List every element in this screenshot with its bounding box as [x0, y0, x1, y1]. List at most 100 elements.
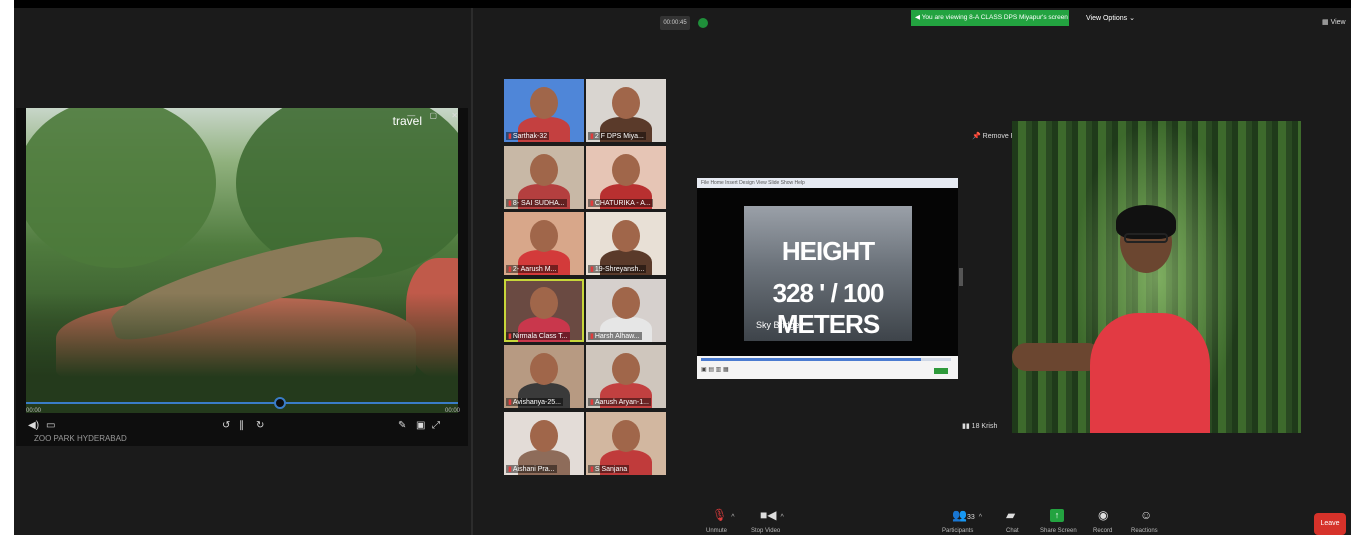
- microphone-muted-icon: ▮: [590, 399, 594, 406]
- participant-tile[interactable]: ▮S Sanjana: [586, 412, 666, 475]
- slide-title: HEIGHT: [781, 236, 875, 266]
- stop-video-label: Stop Video: [751, 528, 781, 534]
- microphone-muted-icon: ▮: [508, 399, 512, 406]
- participant-name-text: Aishani Pra...: [512, 466, 555, 473]
- speaker-name: 18 Krish: [971, 423, 998, 430]
- microphone-muted-icon: ▮: [590, 266, 594, 273]
- participant-name-text: 8- SAI SUDHA...: [512, 200, 565, 207]
- video-camera-icon: ■◀: [760, 508, 777, 522]
- video-frame: travel: [26, 108, 458, 413]
- slide-caption: Sky Bridge: [756, 320, 800, 330]
- microphone-muted-icon: ▮: [508, 333, 512, 340]
- participant-tile[interactable]: ▮Sarthak-32: [504, 79, 584, 142]
- participant-tile[interactable]: ▮CHATURIKA - A...: [586, 146, 666, 209]
- unmute-button[interactable]: 🎙 ^: [712, 508, 735, 522]
- participant-face: [530, 154, 558, 186]
- presentation-canvas: HEIGHT 328 ' / 100 METERS Sky Bridge: [697, 188, 958, 356]
- status-indicator: [934, 368, 948, 374]
- participant-tile[interactable]: ▮2 F DPS Miya...: [586, 79, 666, 142]
- participant-name-text: CHATURIKA - A...: [594, 200, 651, 207]
- participant-name-text: 19-Shreyansh...: [594, 266, 645, 273]
- view-button[interactable]: ▦ View: [1322, 18, 1346, 26]
- presentation-statusbar: ▣ ▤ ▥ ▦: [701, 367, 729, 373]
- chevron-up-icon[interactable]: ^: [979, 514, 982, 521]
- pin-icon: 📌: [972, 133, 981, 140]
- presentation-menubar: File Home Insert Design View Slide Show …: [697, 178, 958, 188]
- left-border: [0, 0, 14, 535]
- participant-tile[interactable]: ▮2- Aarush M...: [504, 212, 584, 275]
- participant-face: [612, 287, 640, 319]
- participant-name: ▮S Sanjana: [588, 465, 630, 473]
- participants-icon: 👥: [952, 508, 967, 522]
- microphone-muted-icon: ▮: [590, 200, 594, 207]
- participant-face: [612, 353, 640, 385]
- seek-handle[interactable]: [274, 397, 286, 409]
- grass: [26, 293, 458, 413]
- participant-name: ▮19-Shreyansh...: [588, 265, 647, 273]
- chat-button[interactable]: ▰: [1006, 508, 1015, 522]
- leave-button[interactable]: Leave: [1314, 513, 1346, 535]
- participant-tile[interactable]: ▮Aishani Pra...: [504, 412, 584, 475]
- volume-icon[interactable]: ◀): [28, 420, 39, 431]
- time-total: 00:00: [444, 408, 460, 414]
- participant-tile[interactable]: ▮Aarush Aryan-1...: [586, 345, 666, 408]
- share-screen-button[interactable]: ↑: [1050, 509, 1064, 522]
- edit-icon[interactable]: ✎: [398, 420, 406, 431]
- participant-name-text: Nirmala Class T...: [512, 333, 568, 340]
- view-options-button[interactable]: View Options ⌄: [1086, 14, 1135, 22]
- participant-name-text: Sarthak-32: [512, 133, 548, 140]
- chevron-up-icon[interactable]: ^: [780, 514, 783, 521]
- tree-foliage: [26, 108, 216, 268]
- microphone-muted-icon: ▮: [508, 266, 512, 273]
- participant-tile[interactable]: ▮Nirmala Class T...: [504, 279, 584, 342]
- left-video-player[interactable]: travel — ▢ ✕ 00:00 00:00 ◀) ▭ ↺ ∥ ↻ ✎ ▣ …: [16, 108, 468, 446]
- participant-tile[interactable]: ▮Harsh Alhaw...: [586, 279, 666, 342]
- viewing-text: You are viewing 8-A CLASS DPS Miyapur's …: [921, 14, 1068, 21]
- stop-video-button[interactable]: ■◀ ^: [760, 508, 784, 522]
- right-border: [1351, 0, 1357, 535]
- participant-tile[interactable]: ▮Avishanya-25...: [504, 345, 584, 408]
- resize-splitter[interactable]: [959, 268, 963, 286]
- microphone-muted-icon: ▮: [590, 133, 594, 140]
- record-button[interactable]: ◉: [1098, 508, 1108, 522]
- view-label: View: [1330, 19, 1346, 26]
- rewind-icon[interactable]: ↺: [222, 420, 230, 431]
- participant-tile[interactable]: ▮8- SAI SUDHA...: [504, 146, 584, 209]
- shield-icon[interactable]: [698, 18, 708, 28]
- participant-name: ▮Nirmala Class T...: [506, 332, 570, 340]
- window-controls[interactable]: — ▢ ✕: [407, 111, 464, 120]
- participant-name-text: Aarush Aryan-1...: [594, 399, 649, 406]
- panel-divider: [471, 8, 473, 535]
- seek-bar[interactable]: [26, 402, 458, 404]
- chat-icon: ▰: [1006, 508, 1016, 522]
- top-menu-strip: [0, 0, 1357, 8]
- participant-name: ▮Aarush Aryan-1...: [588, 398, 651, 406]
- microphone-muted-icon: ▮: [508, 200, 512, 207]
- reactions-button[interactable]: ☺: [1140, 508, 1152, 522]
- participants-count: 33: [966, 514, 975, 521]
- microphone-muted-icon: ▮: [590, 466, 594, 473]
- speaker-name-tag: ▮▮ 18 Krish: [962, 422, 997, 430]
- participants-button[interactable]: 👥33 ^: [952, 508, 982, 522]
- speaker-arm: [1012, 343, 1102, 371]
- screen-icon[interactable]: ▣: [416, 420, 425, 431]
- cast-icon[interactable]: ▭: [46, 420, 55, 431]
- forward-icon[interactable]: ↻: [256, 420, 264, 431]
- participant-face: [530, 87, 558, 119]
- share-screen-icon: ↑: [1054, 510, 1060, 520]
- view-options-label: View Options: [1086, 15, 1128, 22]
- participant-tile[interactable]: ▮19-Shreyansh...: [586, 212, 666, 275]
- reactions-icon: ☺: [1140, 508, 1153, 522]
- time-elapsed: 00:00: [26, 408, 42, 414]
- participant-name: ▮CHATURIKA - A...: [588, 199, 653, 207]
- glasses: [1124, 233, 1168, 243]
- participant-face: [612, 87, 640, 119]
- participant-name-text: 2- Aarush M...: [512, 266, 557, 273]
- unmute-label: Unmute: [706, 528, 728, 534]
- pause-icon[interactable]: ∥: [239, 420, 244, 431]
- share-screen-label: Share Screen: [1040, 528, 1077, 534]
- participant-name-text: S Sanjana: [594, 466, 628, 473]
- chevron-up-icon[interactable]: ^: [731, 514, 734, 521]
- fullscreen-icon[interactable]: ⤢: [432, 420, 440, 431]
- speaker-shirt: [1090, 313, 1210, 433]
